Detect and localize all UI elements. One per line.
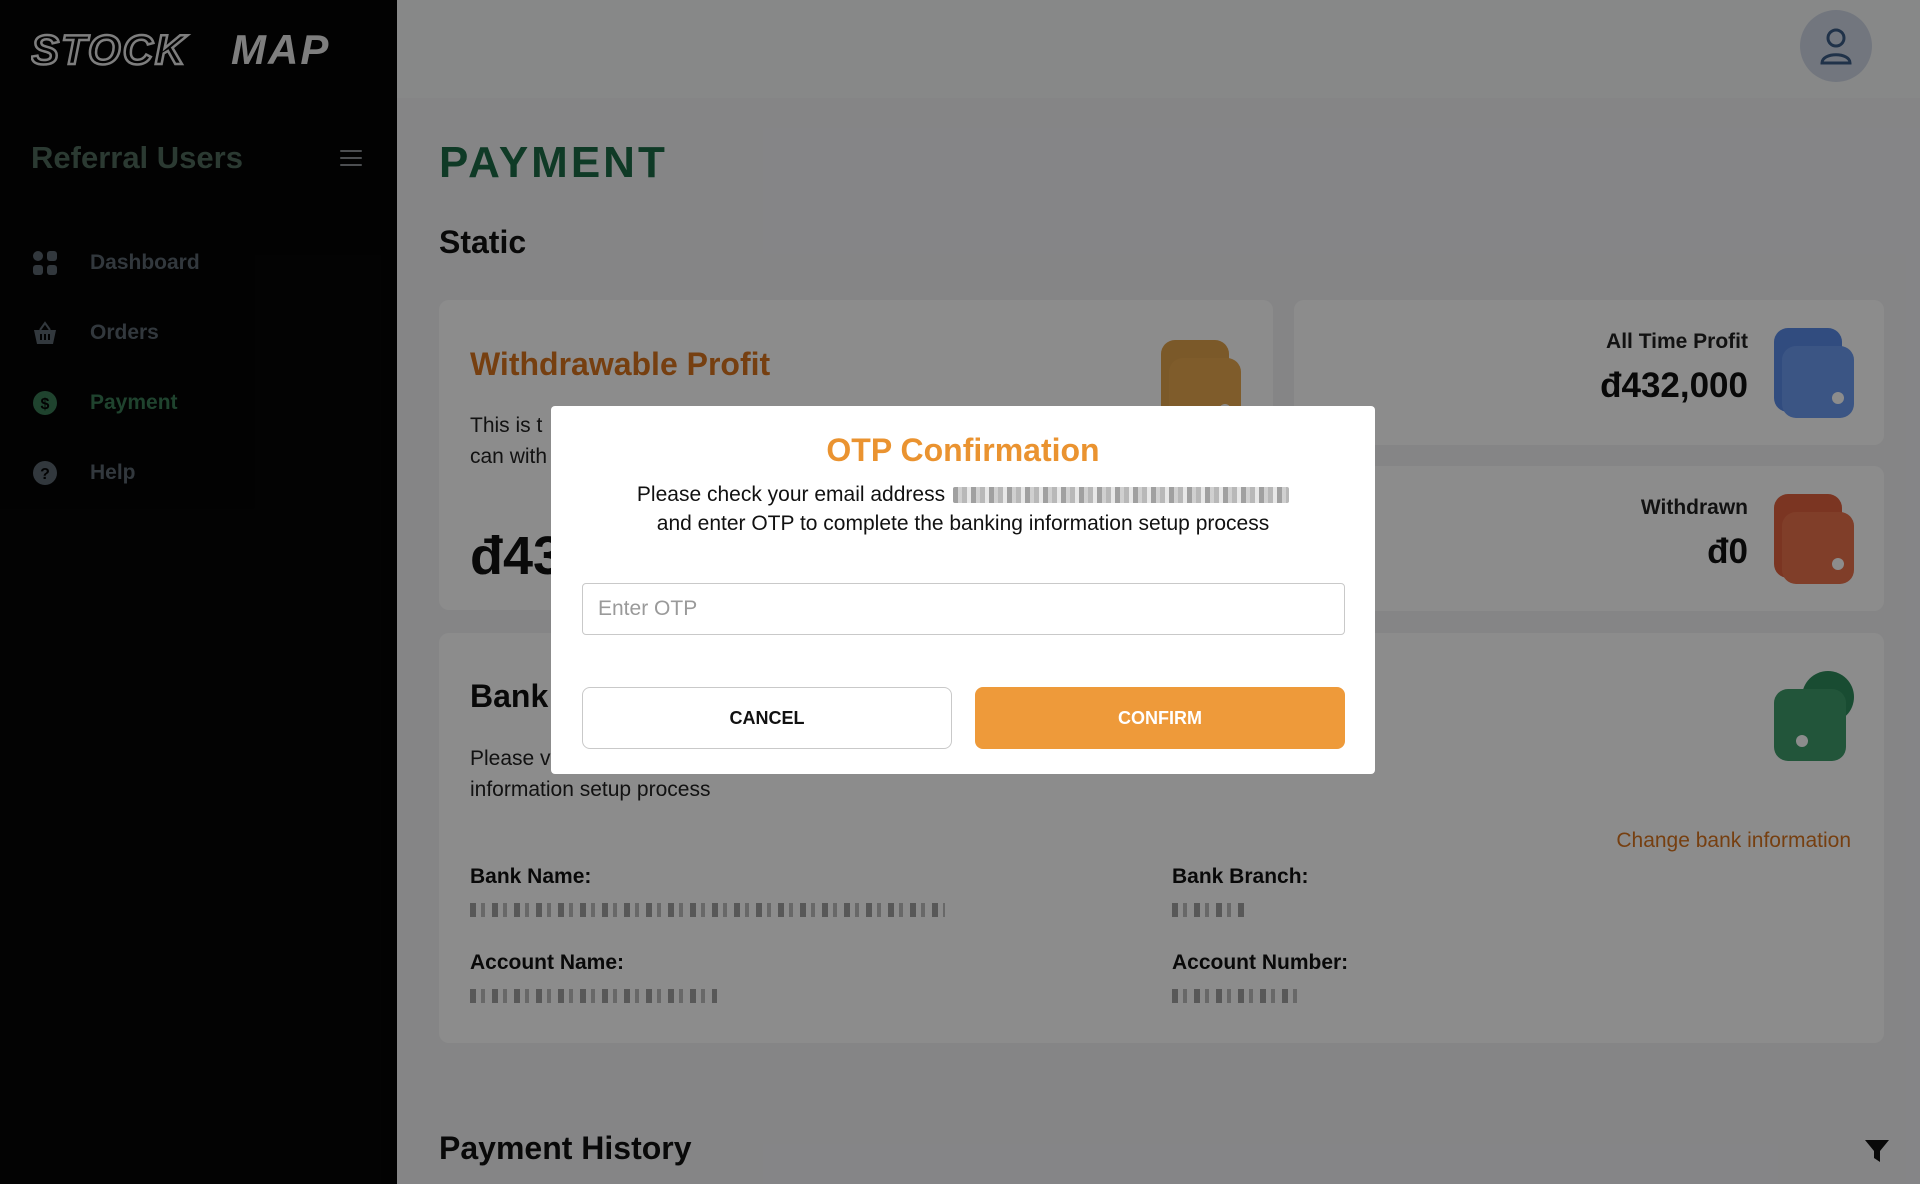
modal-message-line: and enter OTP to complete the banking in… (656, 512, 1270, 535)
cancel-button[interactable]: CANCEL (582, 687, 952, 749)
redacted-email (953, 487, 1290, 504)
modal-message-line: Please check your email address (551, 480, 1375, 509)
modal-title: OTP Confirmation (826, 432, 1100, 468)
otp-confirmation-dialog: OTP Confirmation Please check your email… (551, 406, 1375, 774)
otp-input[interactable] (582, 583, 1345, 635)
modal-message: Please check your email address and ente… (551, 480, 1375, 538)
message-text: Please check your email address (636, 483, 946, 506)
confirm-button[interactable]: CONFIRM (975, 687, 1345, 749)
